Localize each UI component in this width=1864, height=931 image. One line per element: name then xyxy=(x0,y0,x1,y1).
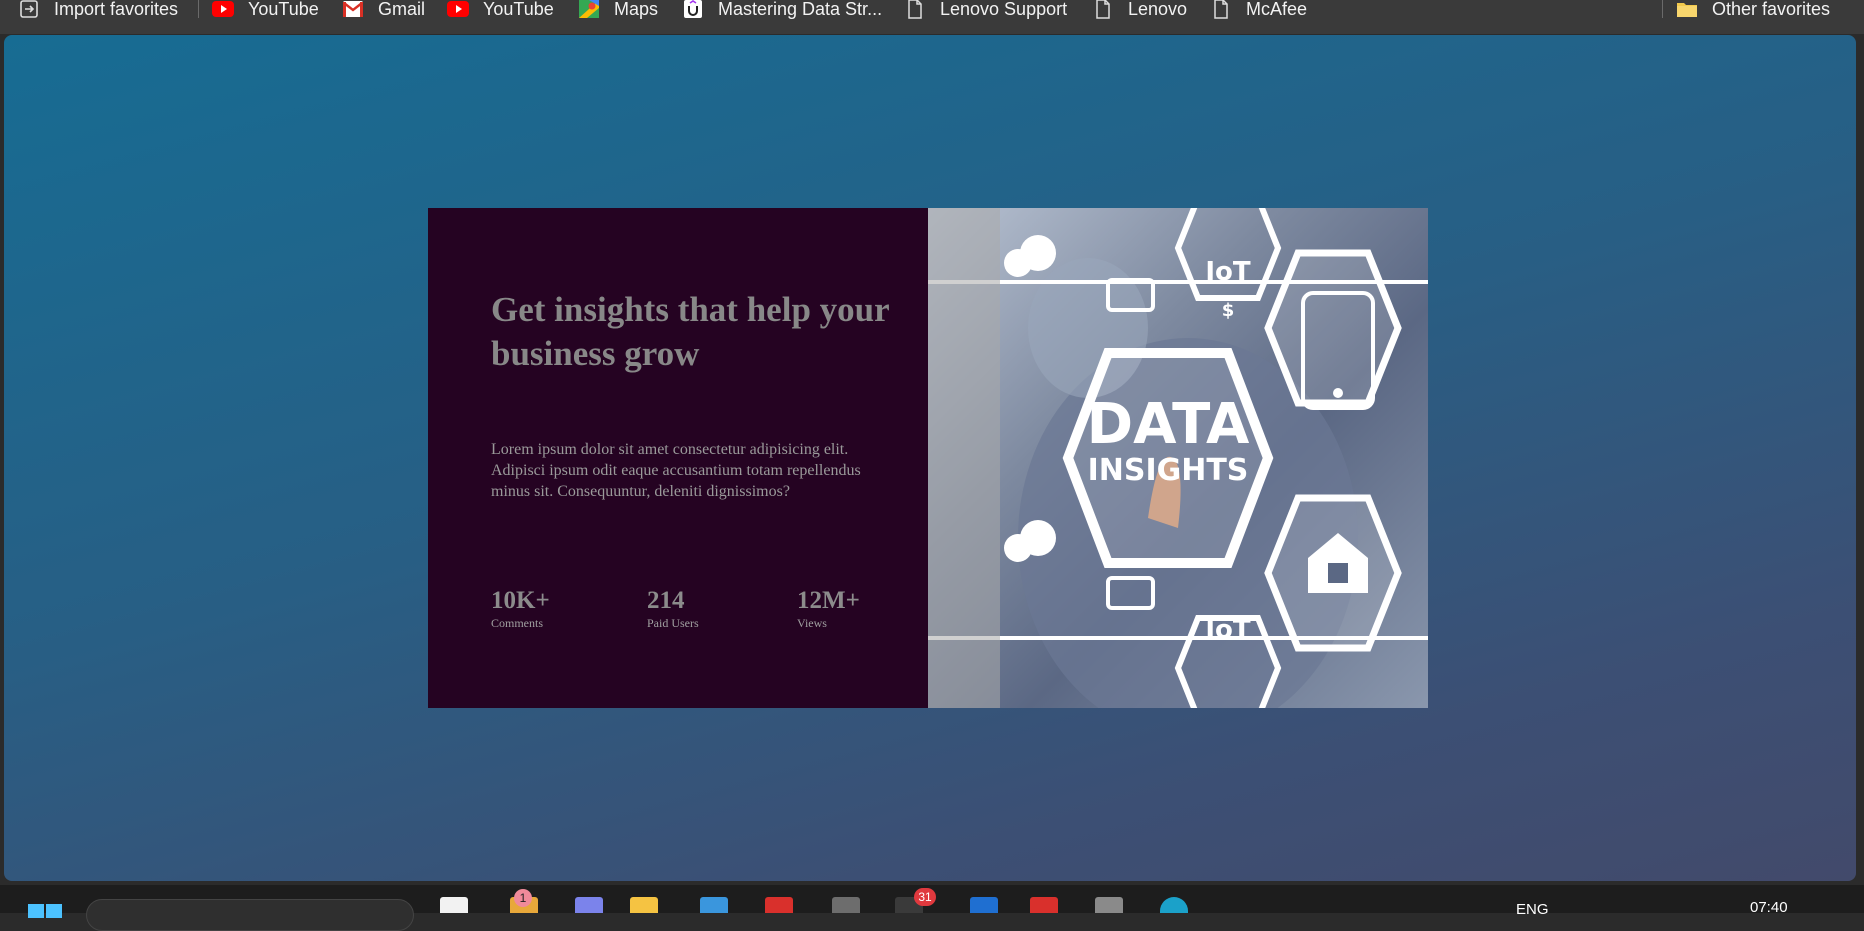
fav-label: Import favorites xyxy=(54,0,179,19)
money-icon-text: $ xyxy=(1222,300,1235,321)
stat-value: 10K+ xyxy=(491,587,550,614)
fav-mastering-data-structures[interactable]: Mastering Data Str... xyxy=(682,0,882,18)
fav-lenovo-support[interactable]: Lenovo Support xyxy=(904,0,1068,19)
stat-label: Paid Users xyxy=(647,616,699,630)
notification-badge: 1 xyxy=(514,889,532,907)
stat-comments: 10K+ Comments xyxy=(491,586,550,630)
stat-label: Views xyxy=(797,616,827,630)
page-icon xyxy=(1210,0,1232,19)
stat-value: 12M+ xyxy=(797,587,860,614)
taskbar-app-icon[interactable] xyxy=(832,897,860,913)
edge-browser-icon[interactable] xyxy=(1160,897,1188,913)
fav-lenovo[interactable]: Lenovo xyxy=(1092,0,1188,19)
taskbar-app-icon[interactable] xyxy=(440,897,468,913)
clock-time[interactable]: 07:40 xyxy=(1750,899,1788,916)
fav-import-favorites[interactable]: Import favorites xyxy=(18,0,178,18)
card-title: Get insights that help your business gro… xyxy=(491,290,890,373)
file-explorer-icon[interactable] xyxy=(630,897,658,913)
fav-gmail[interactable]: Gmail xyxy=(342,0,425,18)
image-headline-data: DATA xyxy=(1087,392,1250,457)
fav-youtube[interactable]: YouTube xyxy=(212,0,319,18)
stat-paid-users: 214 Paid Users xyxy=(647,586,699,630)
iot-badge-text-lower: IoT xyxy=(1205,615,1251,645)
maps-icon xyxy=(578,0,600,18)
page-icon xyxy=(904,0,926,19)
youtube-icon xyxy=(212,0,234,18)
insights-card-text-panel: Get insights that help your business gro… xyxy=(428,208,928,708)
favorites-bar: Import favorites YouTube Gmail YouTube M… xyxy=(0,0,1864,34)
fav-label: Other favorites xyxy=(1712,0,1831,19)
page-viewport: Get insights that help your business gro… xyxy=(4,35,1856,881)
youtube-icon xyxy=(447,0,469,18)
data-insights-illustration: DATA INSIGHTS IoT IoT $ xyxy=(928,208,1428,708)
fav-maps[interactable]: Maps xyxy=(578,0,658,18)
image-headline-insights: INSIGHTS xyxy=(1088,453,1249,488)
stat-views: 12M+ Views xyxy=(797,586,860,630)
fav-other-favorites[interactable]: Other favorites xyxy=(1676,0,1830,18)
windows-start-icon[interactable] xyxy=(28,903,62,918)
taskbar-app-icon[interactable] xyxy=(1095,897,1123,913)
taskbar-app-icon[interactable] xyxy=(765,897,793,913)
taskbar-search-box[interactable] xyxy=(86,899,414,931)
teams-icon[interactable] xyxy=(575,897,603,913)
page-icon xyxy=(1092,0,1114,19)
image-fade-overlay xyxy=(928,208,1000,708)
folder-icon xyxy=(1676,0,1698,18)
fav-label: YouTube xyxy=(483,0,554,19)
calendar-icon[interactable] xyxy=(700,897,728,913)
taskbar-app-icon[interactable] xyxy=(970,897,998,913)
card-description: Lorem ipsum dolor sit amet consectetur a… xyxy=(491,441,861,500)
data-insights-image: DATA INSIGHTS IoT IoT $ xyxy=(928,208,1428,708)
stat-value: 214 xyxy=(647,587,685,614)
fav-label: Lenovo Support xyxy=(940,0,1068,19)
gmail-icon xyxy=(342,0,364,18)
fav-label: Mastering Data Str... xyxy=(718,0,883,19)
udemy-icon xyxy=(682,0,704,18)
taskbar-app-icon[interactable] xyxy=(1030,897,1058,913)
fav-label: Gmail xyxy=(378,0,426,19)
fav-mcafee[interactable]: McAfee xyxy=(1210,0,1308,19)
iot-badge-text: IoT xyxy=(1205,257,1251,287)
language-indicator[interactable]: ENG xyxy=(1516,901,1549,918)
fav-label: McAfee xyxy=(1246,0,1308,19)
fav-youtube-2[interactable]: YouTube xyxy=(447,0,554,18)
fav-label: YouTube xyxy=(248,0,319,19)
fav-label: Lenovo xyxy=(1128,0,1188,19)
favorites-divider xyxy=(198,0,199,18)
fav-label: Maps xyxy=(614,0,659,19)
taskbar: 1 31 ENG 07:40 xyxy=(0,885,1864,931)
favorites-divider xyxy=(1662,0,1663,18)
notification-badge: 31 xyxy=(914,888,936,906)
stat-label: Comments xyxy=(491,616,544,630)
import-icon xyxy=(18,0,40,18)
